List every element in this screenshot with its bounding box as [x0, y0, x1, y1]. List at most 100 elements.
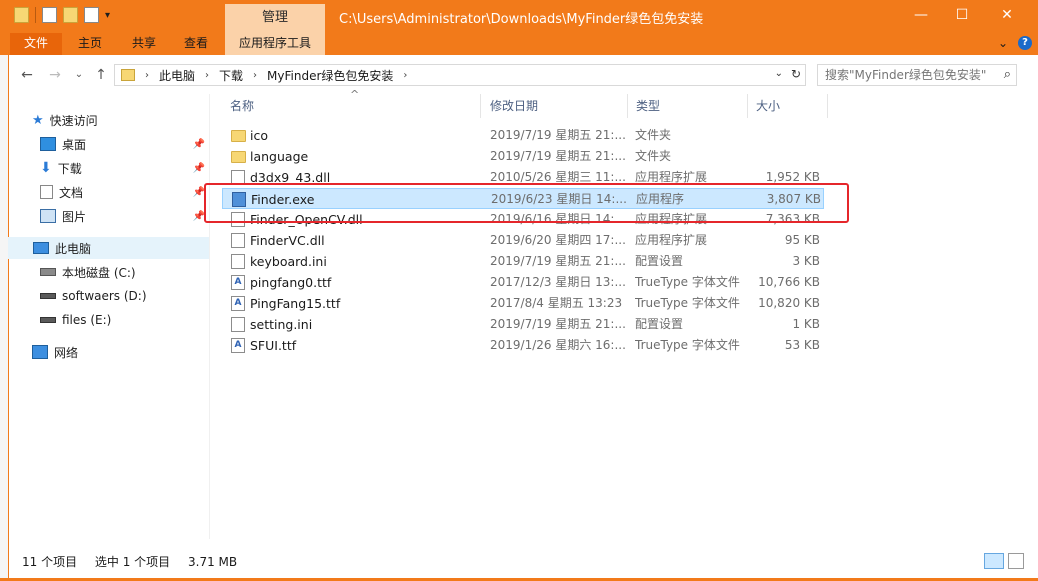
breadcrumb-myfinder[interactable]: MyFinder绿色包免安装	[267, 67, 393, 84]
help-icon[interactable]: ?	[1018, 36, 1032, 50]
manage-context-tab[interactable]: 管理	[225, 4, 325, 33]
table-row[interactable]: keyboard.ini 2019/7/19 星期五 21:... 配置设置 3 KB	[222, 251, 824, 272]
tab-application-tools[interactable]: 应用程序工具	[225, 33, 325, 55]
up-arrow-icon[interactable]: ↑	[90, 64, 112, 86]
sidebar-item-label: 此电脑	[55, 241, 92, 256]
file-date: 2019/7/19 星期五 21:...	[490, 317, 626, 331]
back-arrow-icon[interactable]: ←	[16, 64, 38, 86]
status-bar: 11 个项目 选中 1 个项目 3.71 MB	[22, 553, 251, 570]
table-row[interactable]: ico 2019/7/19 星期五 21:... 文件夹	[222, 125, 824, 146]
file-type: TrueType 字体文件	[635, 296, 740, 310]
table-row[interactable]: A PingFang15.ttf 2017/8/4 星期五 13:23 TrueTyp…	[222, 293, 824, 314]
sidebar-item-label: softwaers (D:)	[62, 289, 147, 303]
item-count: 11 个项目	[22, 555, 78, 569]
sidebar-item-this-pc[interactable]: 此电脑	[8, 237, 209, 259]
folder-icon	[121, 69, 135, 81]
table-row[interactable]: language 2019/7/19 星期五 21:... 文件夹	[222, 146, 824, 167]
file-date: 2019/7/19 星期五 21:...	[490, 254, 626, 268]
column-header-name[interactable]: 名称	[222, 94, 481, 118]
chevron-right-icon[interactable]: ›	[145, 70, 149, 81]
file-size: 53 KB	[784, 338, 820, 352]
chevron-right-icon[interactable]: ›	[205, 70, 209, 81]
file-date: 2017/8/4 星期五 13:23	[490, 296, 623, 310]
large-icons-view-button[interactable]	[1008, 553, 1024, 569]
file-size: 10,820 KB	[758, 296, 820, 310]
divider	[35, 7, 36, 23]
font-file-icon: A	[231, 275, 245, 290]
column-header-size[interactable]: 大小	[748, 94, 828, 118]
chevron-right-icon[interactable]: ›	[253, 70, 257, 81]
tab-view[interactable]: 查看	[170, 33, 222, 55]
pin-icon[interactable]: 📌	[193, 139, 205, 150]
drive-icon	[40, 293, 56, 299]
file-type: 文件夹	[635, 128, 672, 142]
sidebar-item-downloads[interactable]: ⬇ 下载 📌	[8, 157, 209, 179]
address-dropdown-icon[interactable]: ⌄	[775, 68, 783, 79]
file-size: 95 KB	[784, 233, 820, 247]
pin-icon[interactable]: 📌	[193, 163, 205, 174]
file-type: 应用程序扩展	[635, 233, 708, 247]
table-row[interactable]: A SFUI.ttf 2019/1/26 星期六 16:... TrueType 字体…	[222, 335, 824, 356]
address-bar[interactable]: › 此电脑 › 下载 › MyFinder绿色包免安装 › ⌄ ↻	[114, 64, 806, 86]
breadcrumb-downloads[interactable]: 下载	[219, 67, 243, 84]
tab-home[interactable]: 主页	[64, 33, 116, 55]
download-icon: ⬇	[40, 160, 52, 176]
chevron-right-icon[interactable]: ›	[403, 70, 407, 81]
sidebar-item-pictures[interactable]: 图片 📌	[8, 205, 209, 227]
file-size: 3 KB	[792, 254, 820, 268]
column-header-type[interactable]: 类型	[628, 94, 748, 118]
details-view-button[interactable]	[984, 553, 1004, 569]
sidebar-item-label: 文档	[59, 185, 84, 200]
file-name: language	[250, 149, 309, 164]
close-button[interactable]: ✕	[984, 0, 1030, 31]
search-icon[interactable]: ⌕	[1004, 67, 1011, 82]
drive-icon	[40, 317, 56, 323]
search-input[interactable]	[818, 65, 988, 85]
star-icon: ★	[32, 112, 44, 128]
sidebar-item-label: 本地磁盘 (C:)	[62, 265, 136, 280]
rename-icon[interactable]	[84, 7, 99, 23]
tab-share[interactable]: 共享	[118, 33, 170, 55]
quick-access-toolbar: ▾	[14, 7, 110, 23]
sidebar-item-label: 网络	[54, 345, 79, 360]
file-name: PingFang15.ttf	[250, 296, 341, 311]
properties-icon[interactable]	[42, 7, 57, 23]
minimize-button[interactable]: —	[898, 0, 944, 31]
customize-dropdown-icon[interactable]: ▾	[105, 10, 110, 21]
font-file-icon: A	[231, 338, 245, 353]
sidebar-item-label: 快速访问	[49, 113, 98, 128]
forward-arrow-icon[interactable]: →	[44, 64, 66, 86]
refresh-icon[interactable]: ↻	[791, 67, 801, 81]
sidebar-item-drive-c[interactable]: 本地磁盘 (C:)	[8, 261, 209, 283]
tab-file[interactable]: 文件	[10, 33, 62, 55]
desktop-icon	[40, 137, 56, 151]
breadcrumb-this-pc[interactable]: 此电脑	[159, 67, 195, 84]
column-header-date[interactable]: 修改日期	[482, 94, 628, 118]
sidebar-item-desktop[interactable]: 桌面 📌	[8, 133, 209, 155]
file-name: setting.ini	[250, 317, 313, 332]
maximize-button[interactable]: ☐	[939, 0, 985, 31]
chevron-down-icon[interactable]: ⌄	[998, 36, 1008, 50]
recent-dropdown-icon[interactable]: ⌄	[68, 64, 90, 86]
folder-icon[interactable]	[14, 7, 29, 23]
search-box[interactable]: ⌕	[817, 64, 1017, 86]
file-date: 2019/6/20 星期四 17:...	[490, 233, 626, 247]
table-row[interactable]: setting.ini 2019/7/19 星期五 21:... 配置设置 1 KB	[222, 314, 824, 335]
sidebar-item-drive-d[interactable]: softwaers (D:)	[8, 285, 209, 307]
file-size: 10,766 KB	[758, 275, 820, 289]
sidebar-item-documents[interactable]: 文档 📌	[8, 181, 209, 203]
file-type: 配置设置	[635, 317, 684, 331]
file-size	[750, 125, 820, 146]
file-date: 2019/1/26 星期六 16:...	[490, 338, 626, 352]
file-date: 2019/7/19 星期五 21:...	[490, 128, 626, 142]
new-folder-icon[interactable]	[63, 7, 78, 23]
sidebar-item-network[interactable]: 网络	[8, 341, 209, 363]
computer-icon	[33, 242, 49, 254]
sidebar-item-label: 桌面	[62, 137, 87, 152]
ribbon-tabs: 文件 主页 共享 查看 应用程序工具 ⌄ ?	[0, 33, 1038, 55]
sidebar-item-drive-e[interactable]: files (E:)	[8, 309, 209, 331]
file-type: TrueType 字体文件	[635, 338, 740, 352]
table-row[interactable]: FinderVC.dll 2019/6/20 星期四 17:... 应用程序扩展 95…	[222, 230, 824, 251]
table-row[interactable]: Apingfang0.ttf 2017/12/3 星期日 13:... TrueTy…	[222, 272, 824, 293]
sidebar-item-quick-access[interactable]: ★ 快速访问	[8, 109, 209, 131]
